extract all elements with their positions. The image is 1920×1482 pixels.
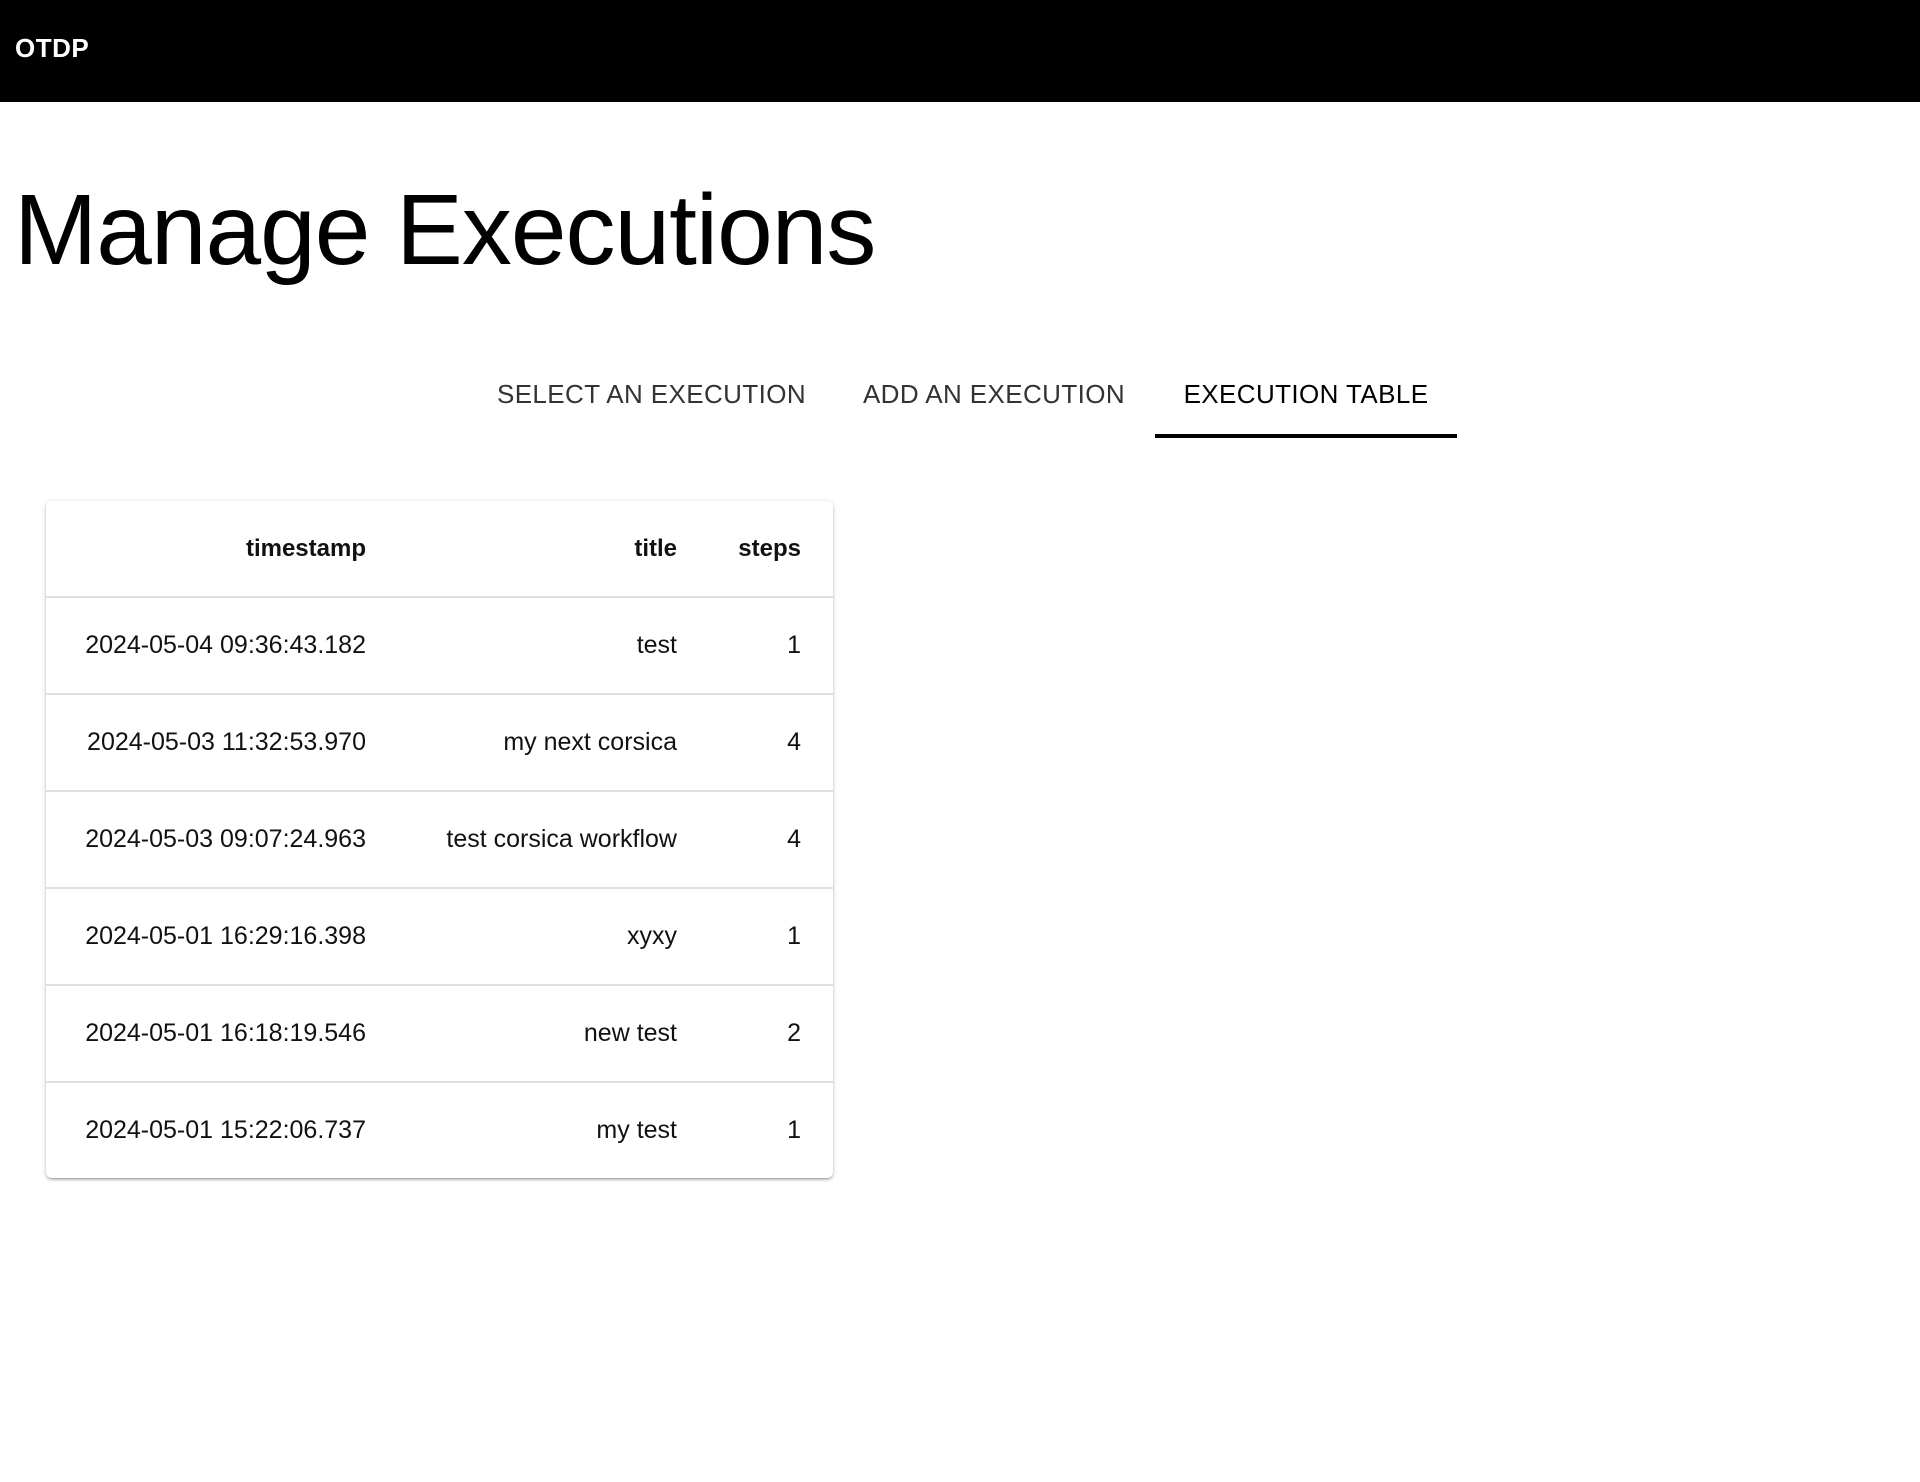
- cell-steps: 4: [677, 694, 833, 792]
- cell-timestamp: 2024-05-01 16:18:19.546: [46, 985, 366, 1083]
- cell-steps: 1: [787, 1116, 801, 1144]
- tab-bar: SELECT AN EXECUTION ADD AN EXECUTION EXE…: [470, 350, 1457, 438]
- cell-title: my test: [596, 1116, 677, 1144]
- column-header-timestamp[interactable]: timestamp: [46, 501, 366, 598]
- table-row[interactable]: 2024-05-01 16:29:16.398 xyxy 1: [46, 888, 833, 986]
- table-header-row: timestamp title steps: [46, 501, 833, 598]
- column-header-steps[interactable]: steps: [677, 501, 833, 598]
- cell-title: my next corsica: [366, 694, 677, 792]
- tab-label: ADD AN EXECUTION: [862, 378, 1126, 409]
- cell-timestamp: 2024-05-01 15:22:06.737: [85, 1116, 366, 1144]
- tab-select-an-execution[interactable]: SELECT AN EXECUTION: [470, 350, 833, 438]
- brand-logo[interactable]: OTDP: [15, 33, 89, 64]
- tab-execution-table[interactable]: EXECUTION TABLE: [1155, 350, 1457, 438]
- table-row[interactable]: 2024-05-01 15:22:06.737 my test 1: [46, 1082, 833, 1178]
- active-tab-indicator: [1155, 434, 1457, 438]
- table-row[interactable]: 2024-05-01 16:18:19.546 new test 2: [46, 985, 833, 1083]
- cell-timestamp: 2024-05-03 09:07:24.963: [46, 791, 366, 889]
- table-row[interactable]: 2024-05-03 11:32:53.970 my next corsica …: [46, 694, 833, 792]
- cell-timestamp: 2024-05-01 16:29:16.398: [46, 888, 366, 986]
- cell-title: new test: [366, 985, 677, 1083]
- cell-steps: 1: [677, 597, 833, 695]
- app-bar: OTDP: [0, 0, 1920, 102]
- execution-table: timestamp title steps 2024-05-04 09:36:4…: [46, 501, 833, 1178]
- page-title: Manage Executions: [14, 174, 876, 286]
- cell-steps: 1: [677, 888, 833, 986]
- tab-label: EXECUTION TABLE: [1183, 378, 1429, 409]
- cell-steps: 2: [677, 985, 833, 1083]
- tab-add-an-execution[interactable]: ADD AN EXECUTION: [833, 350, 1155, 438]
- execution-table-card: timestamp title steps 2024-05-04 09:36:4…: [46, 501, 833, 1178]
- cell-title: test: [366, 597, 677, 695]
- cell-timestamp: 2024-05-03 11:32:53.970: [46, 694, 366, 792]
- table-row[interactable]: 2024-05-03 09:07:24.963 test corsica wor…: [46, 791, 833, 889]
- table-row[interactable]: 2024-05-04 09:36:43.182 test 1: [46, 597, 833, 695]
- cell-timestamp: 2024-05-04 09:36:43.182: [46, 597, 366, 695]
- column-header-title[interactable]: title: [366, 501, 677, 598]
- cell-title: test corsica workflow: [366, 791, 677, 889]
- cell-title: xyxy: [366, 888, 677, 986]
- cell-steps: 4: [677, 791, 833, 889]
- tab-label: SELECT AN EXECUTION: [496, 378, 807, 409]
